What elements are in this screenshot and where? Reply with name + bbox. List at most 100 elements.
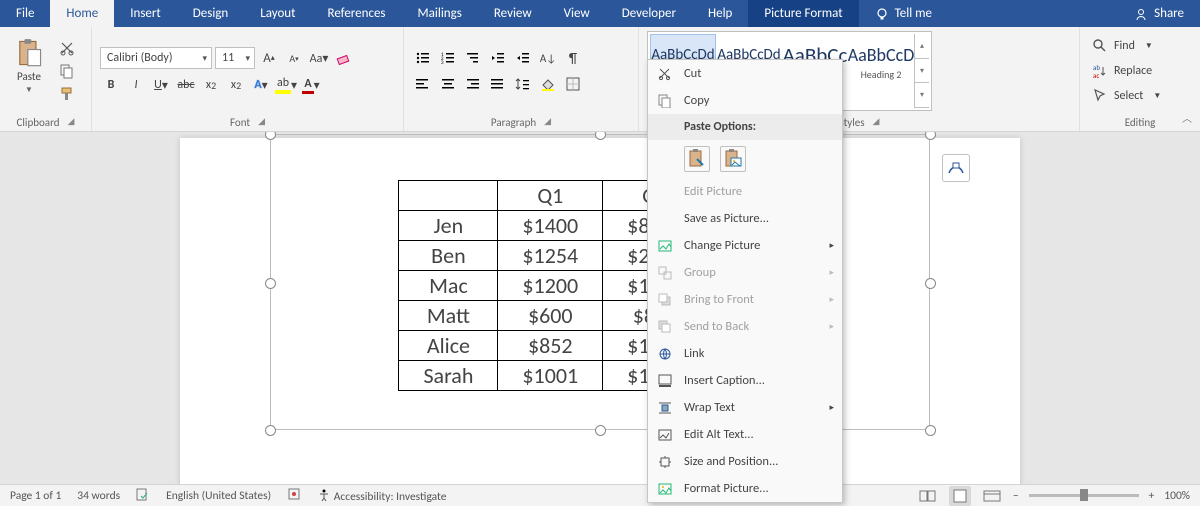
tab-view[interactable]: View <box>548 0 606 27</box>
sort-button[interactable]: A↓ <box>537 48 559 68</box>
numbering-button[interactable]: 123 <box>437 48 459 68</box>
tab-review[interactable]: Review <box>478 0 548 27</box>
text-effects-button[interactable]: A▾ <box>250 75 272 95</box>
tab-developer[interactable]: Developer <box>606 0 692 27</box>
subscript-button[interactable]: x2 <box>200 75 222 95</box>
selection-handle-mr[interactable] <box>925 278 936 289</box>
collapse-ribbon-button[interactable]: ︿ <box>1182 110 1192 125</box>
align-right-icon <box>466 78 480 90</box>
tab-picture-format[interactable]: Picture Format <box>748 0 858 27</box>
view-read-mode[interactable] <box>917 486 939 506</box>
view-web-layout[interactable] <box>981 486 1003 506</box>
ribbon-tabs: File Home Insert Design Layout Reference… <box>0 0 1200 27</box>
link-icon <box>658 347 672 361</box>
picture-context-menu: Cut Copy Paste Options: Edit Picture Sav… <box>647 59 843 503</box>
tab-file[interactable]: File <box>0 0 50 27</box>
status-macro[interactable] <box>287 487 301 505</box>
ctx-size-position[interactable]: Size and Position... <box>648 448 842 475</box>
ctx-change-picture[interactable]: Change Picture▸ <box>648 232 842 259</box>
grow-font-button[interactable]: A▴ <box>258 48 280 68</box>
clipboard-dialog-launcher[interactable]: ◢ <box>68 116 75 129</box>
underline-button[interactable]: U▾ <box>150 75 172 95</box>
tab-mailings[interactable]: Mailings <box>402 0 478 27</box>
tab-help[interactable]: Help <box>692 0 748 27</box>
line-spacing-button[interactable] <box>512 74 534 94</box>
font-name-combo[interactable]: Calibri (Body) <box>100 47 212 69</box>
group-editing-label: Editing <box>1125 116 1156 129</box>
selection-handle-ml[interactable] <box>265 278 276 289</box>
ctx-link[interactable]: Link <box>648 340 842 367</box>
format-painter-button[interactable] <box>56 84 78 104</box>
selection-handle-br[interactable] <box>925 425 936 436</box>
align-center-button[interactable] <box>437 74 459 94</box>
status-page[interactable]: Page 1 of 1 <box>10 489 61 503</box>
eraser-icon <box>336 50 352 66</box>
selection-handle-tr[interactable] <box>925 132 936 140</box>
document-page[interactable]: Q1Q2Q4 Jen$1400$84659722Ben$1254$2354421… <box>180 138 1020 484</box>
align-left-button[interactable] <box>412 74 434 94</box>
borders-button[interactable] <box>562 74 584 94</box>
tab-home[interactable]: Home <box>50 0 114 27</box>
ctx-save-as-picture[interactable]: Save as Picture... <box>648 205 842 232</box>
cut-button[interactable] <box>56 38 78 58</box>
superscript-button[interactable]: x2 <box>225 75 247 95</box>
italic-button[interactable]: I <box>125 75 147 95</box>
size-position-icon <box>658 455 672 469</box>
paste-button[interactable]: Paste ▼ <box>8 31 50 101</box>
ctx-edit-alt-text[interactable]: Edit Alt Text... <box>648 421 842 448</box>
font-size-combo[interactable]: 11 <box>215 47 255 69</box>
bring-front-icon <box>658 293 672 307</box>
style-gallery-scroll[interactable]: ▴▾▾ <box>914 34 929 108</box>
find-button[interactable]: Find▼ <box>1088 35 1192 57</box>
paste-option-picture[interactable] <box>720 146 746 172</box>
ctx-format-picture[interactable]: Format Picture... <box>648 475 842 502</box>
show-marks-button[interactable]: ¶ <box>562 48 584 68</box>
font-dialog-launcher[interactable]: ◢ <box>258 116 265 129</box>
justify-button[interactable] <box>487 74 509 94</box>
bold-button[interactable]: B <box>100 75 122 95</box>
replace-button[interactable]: abac Replace <box>1088 60 1192 82</box>
select-button[interactable]: Select▼ <box>1088 85 1192 107</box>
bullets-button[interactable] <box>412 48 434 68</box>
tab-insert[interactable]: Insert <box>114 0 177 27</box>
tab-design[interactable]: Design <box>177 0 244 27</box>
style-heading-2[interactable]: AaBbCcDHeading 2 <box>848 34 914 90</box>
zoom-in-button[interactable]: + <box>1149 489 1155 503</box>
decrease-indent-button[interactable] <box>487 48 509 68</box>
highlight-button[interactable]: ab▾ <box>275 75 297 95</box>
change-case-button[interactable]: Aa▾ <box>308 48 330 68</box>
increase-indent-button[interactable] <box>512 48 534 68</box>
status-accessibility[interactable]: Accessibility: Investigate <box>317 488 446 504</box>
strikethrough-button[interactable]: abc <box>175 75 197 95</box>
ctx-insert-caption[interactable]: Insert Caption... <box>648 367 842 394</box>
selection-handle-bc[interactable] <box>595 425 606 436</box>
zoom-slider[interactable] <box>1029 494 1139 497</box>
view-print-layout[interactable] <box>949 486 971 506</box>
clear-formatting-button[interactable] <box>333 48 355 68</box>
alt-text-icon <box>658 428 672 442</box>
status-spellcheck[interactable] <box>136 487 150 505</box>
zoom-level[interactable]: 100% <box>1164 489 1190 503</box>
tab-references[interactable]: References <box>312 0 402 27</box>
copy-button[interactable] <box>56 61 78 81</box>
tell-me-search[interactable]: Tell me <box>859 0 948 27</box>
selection-handle-bl[interactable] <box>265 425 276 436</box>
ctx-wrap-text[interactable]: Wrap Text▸ <box>648 394 842 421</box>
zoom-out-button[interactable]: − <box>1013 489 1019 503</box>
multilevel-list-button[interactable] <box>462 48 484 68</box>
font-color-button[interactable]: A▾ <box>300 75 322 95</box>
paste-option-keep-formatting[interactable] <box>684 146 710 172</box>
paragraph-dialog-launcher[interactable]: ◢ <box>544 116 551 129</box>
share-button[interactable]: Share <box>1118 0 1200 27</box>
styles-dialog-launcher[interactable]: ◢ <box>873 116 880 129</box>
layout-options-button[interactable] <box>942 154 970 182</box>
status-words[interactable]: 34 words <box>77 489 120 503</box>
shrink-font-button[interactable]: A▾ <box>283 48 305 68</box>
ctx-cut[interactable]: Cut <box>648 60 842 87</box>
align-right-button[interactable] <box>462 74 484 94</box>
copy-icon <box>658 94 672 108</box>
status-language[interactable]: English (United States) <box>166 489 271 503</box>
shading-button[interactable] <box>537 74 559 94</box>
ctx-copy[interactable]: Copy <box>648 87 842 114</box>
tab-layout[interactable]: Layout <box>244 0 311 27</box>
